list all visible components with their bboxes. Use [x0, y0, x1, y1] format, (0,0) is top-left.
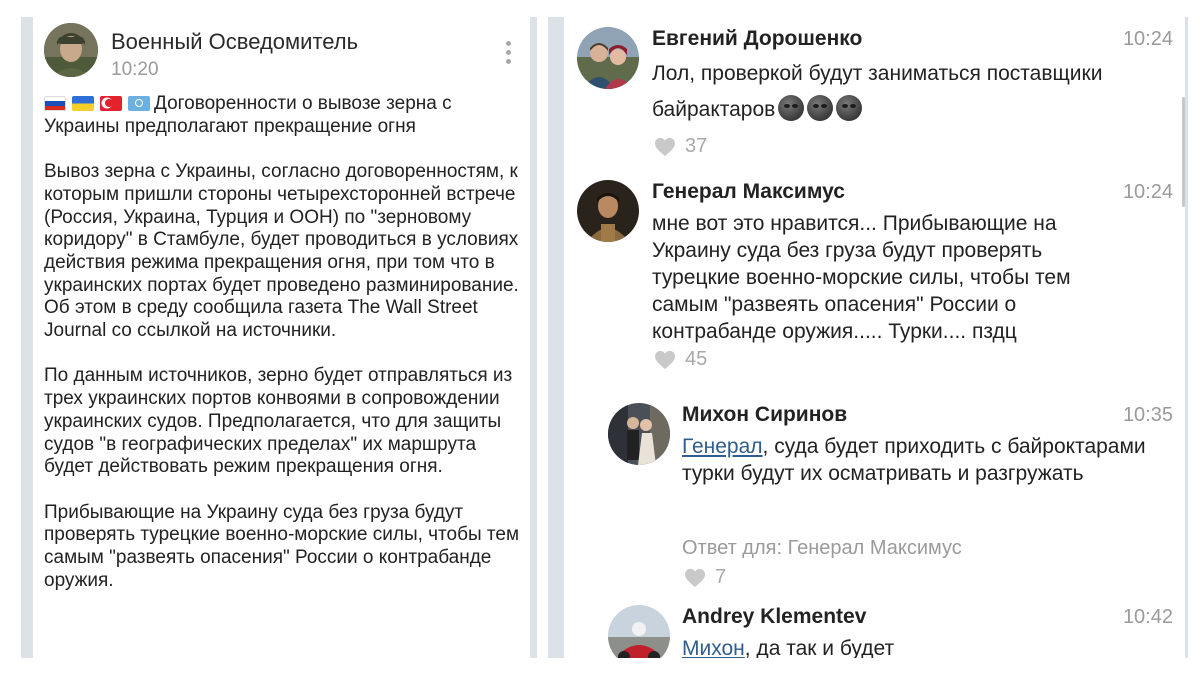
- like-button[interactable]: 37: [654, 135, 707, 158]
- avatar[interactable]: [577, 180, 639, 242]
- new-moon-face-icon: [807, 95, 834, 121]
- like-count: 45: [685, 348, 708, 370]
- new-moon-face-icon: [778, 95, 805, 121]
- post-paragraph-1: Вывоз зерна с Украины, согласно договоре…: [44, 161, 519, 342]
- flags-group: [44, 96, 150, 111]
- channel-avatar[interactable]: [44, 23, 98, 77]
- comment-author[interactable]: Andrey Klementev: [682, 605, 866, 629]
- heart-icon: [655, 350, 675, 369]
- comment-reply-item: Михон Сиринов 10:35 Генерал, суда будет …: [608, 403, 1173, 588]
- post-body: Договоренности о вывозе зерна с Украины …: [44, 93, 526, 615]
- avatar[interactable]: [608, 403, 670, 465]
- channel-name[interactable]: Военный Осведомитель: [111, 29, 358, 55]
- mention-link[interactable]: Генерал: [682, 435, 763, 458]
- comment-author[interactable]: Генерал Максимус: [652, 180, 845, 204]
- comment-time: 10:42: [1122, 606, 1173, 628]
- like-count: 37: [685, 135, 708, 157]
- post-time: 10:20: [111, 59, 159, 80]
- comment-item: Евгений Дорошенко 10:24 Лол, проверкой б…: [577, 27, 1173, 167]
- like-button[interactable]: 7: [684, 566, 726, 589]
- flag-ukraine-icon: [72, 96, 94, 111]
- comment-reply-item: Andrey Klementev 10:42 Михон, да так и б…: [608, 605, 1173, 658]
- post-panel: Военный Осведомитель 10:20 Договоренност…: [21, 17, 537, 658]
- comment-text: Лол, проверкой будут заниматься поставщи…: [652, 62, 1103, 121]
- comment-time: 10:24: [1122, 181, 1173, 203]
- like-count: 7: [715, 566, 727, 588]
- scrollbar[interactable]: [1182, 97, 1185, 207]
- new-moon-face-icon: [836, 95, 863, 121]
- flag-russia-icon: [44, 96, 66, 111]
- post-paragraph-2: По данным источников, зерно будет отправ…: [44, 365, 513, 478]
- comment-item: Генерал Максимус 10:24 мне вот это нрави…: [577, 180, 1173, 380]
- mention-link[interactable]: Михон: [682, 637, 745, 658]
- post-headline-paragraph: Договоренности о вывозе зерна с Украины …: [44, 93, 526, 138]
- comments-list[interactable]: Евгений Дорошенко 10:24 Лол, проверкой б…: [564, 17, 1185, 658]
- like-button[interactable]: 45: [654, 348, 707, 371]
- comment-time: 10:24: [1122, 28, 1173, 50]
- comment-text: Генерал, суда будет приходить с байрокта…: [682, 433, 1172, 487]
- reply-to-label[interactable]: Ответ для: Генерал Максимус: [682, 537, 962, 560]
- comments-panel: Евгений Дорошенко 10:24 Лол, проверкой б…: [548, 17, 1188, 658]
- flag-un-icon: [128, 96, 150, 111]
- comment-time: 10:35: [1122, 404, 1173, 426]
- comment-text: Михон, да так и будет: [682, 635, 1172, 658]
- flag-turkey-icon: [100, 96, 122, 111]
- more-options-icon[interactable]: [501, 41, 515, 71]
- comment-text: мне вот это нравится... Прибывающие на У…: [652, 212, 1071, 343]
- avatar[interactable]: [608, 605, 670, 658]
- post-paragraph-3: Прибывающие на Украину суда без груза бу…: [44, 501, 520, 591]
- comment-author[interactable]: Михон Сиринов: [682, 403, 847, 427]
- post-card: Военный Осведомитель 10:20 Договоренност…: [33, 17, 530, 658]
- heart-icon: [655, 137, 675, 156]
- comment-author[interactable]: Евгений Дорошенко: [652, 27, 862, 51]
- heart-icon: [685, 568, 705, 587]
- avatar[interactable]: [577, 27, 639, 89]
- comment-text-body: , да так и будет: [744, 637, 895, 658]
